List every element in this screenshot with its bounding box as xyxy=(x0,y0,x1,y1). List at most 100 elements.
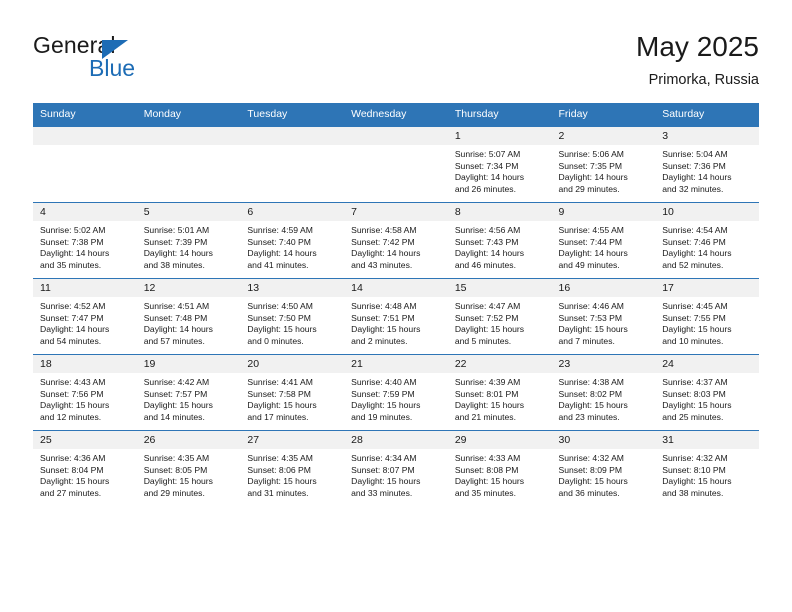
day-number xyxy=(240,127,345,145)
day-detail-line: and 33 minutes. xyxy=(351,487,413,498)
day-detail-line: and 57 minutes. xyxy=(143,335,205,346)
day-cell-inner: 25 Sunrise: 4:36 AM Sunset: 8:04 PM Dayligh… xyxy=(33,431,137,506)
day-details: Sunrise: 4:40 AM Sunset: 7:59 PM Daylight:… xyxy=(344,373,448,423)
calendar-day-cell[interactable]: 30 Sunrise: 4:32 AM Sunset: 8:09 PM Dayligh… xyxy=(551,430,656,506)
calendar-day-cell[interactable]: 13 Sunrise: 4:50 AM Sunset: 7:50 PM Dayligh… xyxy=(240,278,345,355)
calendar-day-cell[interactable]: 2 Sunrise: 5:06 AM Sunset: 7:35 PM Daylight… xyxy=(551,126,656,203)
calendar-day-cell[interactable]: 16 Sunrise: 4:46 AM Sunset: 7:53 PM Dayligh… xyxy=(551,278,656,355)
day-details: Sunrise: 4:47 AM Sunset: 7:52 PM Daylight:… xyxy=(448,297,552,347)
calendar-day-cell[interactable]: 7 Sunrise: 4:58 AM Sunset: 7:42 PM Daylight… xyxy=(344,202,448,279)
day-cell-inner: 12 Sunrise: 4:51 AM Sunset: 7:48 PM Dayligh… xyxy=(136,279,241,354)
day-detail-line: Sunset: 7:48 PM xyxy=(143,312,208,323)
day-number: 1 xyxy=(447,127,552,145)
day-cell-inner: 18 Sunrise: 4:43 AM Sunset: 7:56 PM Dayligh… xyxy=(33,355,137,430)
day-detail-line: and 29 minutes. xyxy=(143,487,205,498)
day-detail-line: Sunrise: 4:54 AM xyxy=(662,225,728,235)
day-detail-line: Sunset: 7:58 PM xyxy=(247,388,311,399)
day-details: Sunrise: 5:02 AM Sunset: 7:38 PM Daylight:… xyxy=(33,221,137,271)
calendar-day-cell[interactable]: 15 Sunrise: 4:47 AM Sunset: 7:52 PM Dayligh… xyxy=(447,278,552,355)
day-detail-line: Daylight: 15 hours xyxy=(662,400,732,411)
day-detail-line: and 27 minutes. xyxy=(40,487,102,498)
calendar-day-cell[interactable]: 29 Sunrise: 4:33 AM Sunset: 8:08 PM Dayligh… xyxy=(447,430,552,506)
day-details: Sunrise: 4:56 AM Sunset: 7:43 PM Daylight:… xyxy=(448,221,552,271)
day-cell-inner: 23 Sunrise: 4:38 AM Sunset: 8:02 PM Dayligh… xyxy=(551,355,656,430)
day-cell-inner: 29 Sunrise: 4:33 AM Sunset: 8:08 PM Dayligh… xyxy=(447,431,552,506)
calendar-day-cell[interactable]: 3 Sunrise: 5:04 AM Sunset: 7:36 PM Daylight… xyxy=(655,126,759,203)
day-detail-line: Sunset: 7:39 PM xyxy=(143,236,208,247)
calendar-day-cell[interactable]: 4 Sunrise: 5:02 AM Sunset: 7:38 PM Daylight… xyxy=(33,202,137,279)
day-number: 10 xyxy=(655,203,759,221)
calendar-week-row: 18 Sunrise: 4:43 AM Sunset: 7:56 PM Dayligh… xyxy=(33,354,759,431)
calendar-day-cell[interactable]: 20 Sunrise: 4:41 AM Sunset: 7:58 PM Dayligh… xyxy=(240,354,345,431)
brand-logo[interactable]: General Blue xyxy=(33,32,263,92)
day-detail-line: Daylight: 14 hours xyxy=(40,248,110,259)
day-detail-line: Daylight: 15 hours xyxy=(558,324,628,335)
day-cell-inner: 20 Sunrise: 4:41 AM Sunset: 7:58 PM Dayligh… xyxy=(240,355,345,430)
day-number: 11 xyxy=(33,279,137,297)
calendar-day-cell[interactable]: 21 Sunrise: 4:40 AM Sunset: 7:59 PM Dayligh… xyxy=(344,354,448,431)
day-detail-line: and 23 minutes. xyxy=(558,411,620,422)
day-details: Sunrise: 4:59 AM Sunset: 7:40 PM Daylight:… xyxy=(240,221,344,271)
day-detail-line: Sunset: 7:35 PM xyxy=(558,160,623,171)
calendar-day-cell[interactable]: 25 Sunrise: 4:36 AM Sunset: 8:04 PM Dayligh… xyxy=(33,430,137,506)
page-subtitle: Primorka, Russia xyxy=(648,72,759,88)
day-detail-line: Sunset: 7:44 PM xyxy=(558,236,623,247)
calendar-day-cell[interactable]: 28 Sunrise: 4:34 AM Sunset: 8:07 PM Dayligh… xyxy=(344,430,448,506)
day-cell-inner: 1 Sunrise: 5:07 AM Sunset: 7:34 PM Daylight… xyxy=(447,127,552,202)
day-detail-line: Sunrise: 5:02 AM xyxy=(40,225,106,235)
day-detail-line: Sunrise: 4:55 AM xyxy=(558,225,624,235)
day-detail-line: Daylight: 15 hours xyxy=(40,476,110,487)
calendar-day-cell[interactable]: 11 Sunrise: 4:52 AM Sunset: 7:47 PM Dayligh… xyxy=(33,278,137,355)
calendar-day-cell[interactable]: 26 Sunrise: 4:35 AM Sunset: 8:05 PM Dayligh… xyxy=(136,430,241,506)
day-number: 17 xyxy=(655,279,759,297)
day-detail-line: Sunset: 7:57 PM xyxy=(143,388,208,399)
calendar-day-cell[interactable]: 9 Sunrise: 4:55 AM Sunset: 7:44 PM Daylight… xyxy=(551,202,656,279)
day-detail-line: Daylight: 14 hours xyxy=(247,248,317,259)
calendar-day-cell[interactable]: 14 Sunrise: 4:48 AM Sunset: 7:51 PM Dayligh… xyxy=(344,278,448,355)
calendar-day-cell[interactable]: 19 Sunrise: 4:42 AM Sunset: 7:57 PM Dayligh… xyxy=(136,354,241,431)
day-number: 3 xyxy=(655,127,759,145)
day-detail-line: Sunrise: 4:56 AM xyxy=(454,225,521,235)
day-detail-line: and 52 minutes. xyxy=(662,259,724,270)
day-detail-line: Daylight: 14 hours xyxy=(143,324,213,335)
day-detail-line: Daylight: 15 hours xyxy=(247,476,317,487)
day-number: 12 xyxy=(136,279,241,297)
day-detail-line: Sunset: 8:03 PM xyxy=(662,388,726,399)
day-number: 29 xyxy=(447,431,552,449)
day-detail-line: Sunrise: 4:37 AM xyxy=(662,377,728,387)
day-detail-line: Sunrise: 4:41 AM xyxy=(247,377,313,387)
day-cell-inner: 19 Sunrise: 4:42 AM Sunset: 7:57 PM Dayligh… xyxy=(136,355,241,430)
day-detail-line: Sunrise: 4:35 AM xyxy=(247,453,313,463)
day-detail-line: Sunrise: 5:04 AM xyxy=(662,149,728,159)
day-number: 7 xyxy=(344,203,448,221)
calendar-day-cell[interactable]: 12 Sunrise: 4:51 AM Sunset: 7:48 PM Dayligh… xyxy=(136,278,241,355)
day-detail-line: Sunset: 7:50 PM xyxy=(247,312,311,323)
calendar-day-cell[interactable]: 18 Sunrise: 4:43 AM Sunset: 7:56 PM Dayligh… xyxy=(33,354,137,431)
day-detail-line: Sunset: 8:01 PM xyxy=(454,388,519,399)
day-detail-line: and 36 minutes. xyxy=(558,487,620,498)
calendar-day-cell[interactable]: 8 Sunrise: 4:56 AM Sunset: 7:43 PM Daylight… xyxy=(447,202,552,279)
day-cell-inner: 30 Sunrise: 4:32 AM Sunset: 8:09 PM Dayligh… xyxy=(551,431,656,506)
day-cell-inner: 16 Sunrise: 4:46 AM Sunset: 7:53 PM Dayligh… xyxy=(551,279,656,354)
calendar-day-cell[interactable]: 27 Sunrise: 4:35 AM Sunset: 8:06 PM Dayligh… xyxy=(240,430,345,506)
calendar-day-cell[interactable]: 23 Sunrise: 4:38 AM Sunset: 8:02 PM Dayligh… xyxy=(551,354,656,431)
calendar-day-cell[interactable]: 5 Sunrise: 5:01 AM Sunset: 7:39 PM Daylight… xyxy=(136,202,241,279)
calendar-day-cell[interactable]: 6 Sunrise: 4:59 AM Sunset: 7:40 PM Daylight… xyxy=(240,202,345,279)
day-cell-inner: 7 Sunrise: 4:58 AM Sunset: 7:42 PM Daylight… xyxy=(344,203,448,278)
day-detail-line: and 35 minutes. xyxy=(454,487,516,498)
calendar-day-cell[interactable]: 31 Sunrise: 4:32 AM Sunset: 8:10 PM Dayligh… xyxy=(655,430,759,506)
calendar-day-cell[interactable]: 22 Sunrise: 4:39 AM Sunset: 8:01 PM Dayligh… xyxy=(447,354,552,431)
day-detail-line: Daylight: 14 hours xyxy=(454,172,525,183)
calendar-day-cell[interactable]: 17 Sunrise: 4:45 AM Sunset: 7:55 PM Dayligh… xyxy=(655,278,759,355)
day-detail-line: Daylight: 15 hours xyxy=(143,400,213,411)
day-detail-line: Sunrise: 4:48 AM xyxy=(351,301,417,311)
day-detail-line: Sunset: 7:47 PM xyxy=(40,312,104,323)
day-number: 19 xyxy=(136,355,241,373)
calendar-day-cell[interactable]: 1 Sunrise: 5:07 AM Sunset: 7:34 PM Daylight… xyxy=(447,126,552,203)
day-detail-line: and 10 minutes. xyxy=(662,335,724,346)
day-cell-inner: 8 Sunrise: 4:56 AM Sunset: 7:43 PM Daylight… xyxy=(447,203,552,278)
day-details: Sunrise: 4:55 AM Sunset: 7:44 PM Daylight:… xyxy=(552,221,656,271)
calendar-day-cell[interactable]: 10 Sunrise: 4:54 AM Sunset: 7:46 PM Dayligh… xyxy=(655,202,759,279)
calendar-day-cell[interactable]: 24 Sunrise: 4:37 AM Sunset: 8:03 PM Dayligh… xyxy=(655,354,759,431)
calendar-week-row: 4 Sunrise: 5:02 AM Sunset: 7:38 PM Daylight… xyxy=(33,202,759,279)
